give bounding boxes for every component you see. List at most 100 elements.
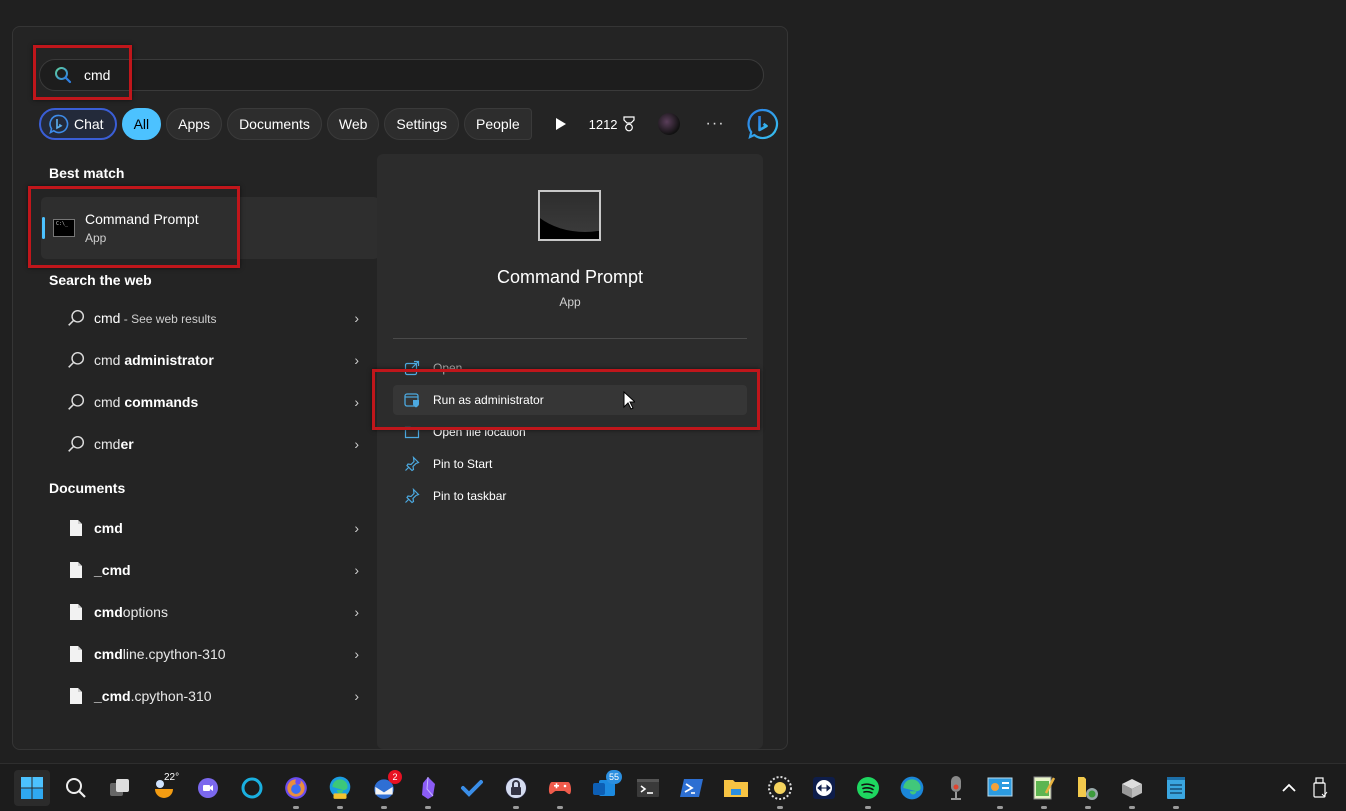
- package-app-button[interactable]: [1114, 770, 1150, 809]
- document-result-item[interactable]: cmdline.cpython-310 ›: [39, 635, 379, 673]
- voice-recorder-button[interactable]: [938, 770, 974, 806]
- teamviewer-icon: [813, 777, 835, 799]
- control-panel-button[interactable]: [982, 770, 1018, 809]
- obsidian-icon: [422, 776, 435, 799]
- chat-button[interactable]: Chat: [39, 108, 117, 140]
- document-result-item[interactable]: cmdoptions ›: [39, 593, 379, 631]
- powershell-button[interactable]: [674, 770, 710, 806]
- filter-tab-people[interactable]: People: [464, 108, 532, 140]
- file-explorer-button[interactable]: [718, 770, 754, 806]
- chevron-right-icon: ›: [354, 310, 359, 326]
- document-name-rest: options: [122, 604, 168, 620]
- filter-tab-apps[interactable]: Apps: [166, 108, 223, 140]
- edge-button[interactable]: [894, 770, 930, 806]
- notepad-button[interactable]: [1158, 770, 1194, 809]
- teams-chat-icon: [198, 778, 218, 798]
- running-indicator: [513, 806, 519, 809]
- web-result-item[interactable]: cmd administrator ›: [39, 341, 379, 379]
- safely-remove-hardware-button[interactable]: [1304, 770, 1336, 806]
- firefox-button[interactable]: [278, 770, 314, 809]
- open-file-location-label: Open file location: [433, 425, 526, 439]
- open-action[interactable]: Open: [393, 353, 747, 383]
- document-result-item[interactable]: _cmd.cpython-310 ›: [39, 677, 379, 715]
- open-external-icon: [404, 360, 420, 376]
- usb-drive-icon: [1313, 777, 1328, 798]
- notepad-plus-plus-icon: [1033, 776, 1056, 800]
- document-name-match: cmd: [94, 520, 123, 536]
- running-indicator: [865, 806, 871, 809]
- microphone-icon: [951, 776, 961, 800]
- terminal-button[interactable]: [630, 770, 666, 806]
- run-as-administrator-action[interactable]: Run as administrator: [393, 385, 747, 415]
- todo-check-icon: [461, 780, 483, 797]
- edge-canary-button[interactable]: [322, 770, 358, 809]
- filter-tab-documents[interactable]: Documents: [227, 108, 322, 140]
- web-query-text: cmd: [94, 436, 121, 452]
- weather-widget[interactable]: 22°: [146, 770, 182, 806]
- web-result-item[interactable]: cmd - See web results ›: [39, 299, 379, 337]
- taskbar-search-button[interactable]: [58, 770, 94, 806]
- best-match-heading: Best match: [49, 165, 125, 181]
- document-result-item[interactable]: cmd ›: [39, 509, 379, 547]
- rewards-points[interactable]: 1212: [589, 116, 636, 132]
- pin-icon: [405, 456, 420, 472]
- keepass-button[interactable]: [498, 770, 534, 809]
- spotify-icon: [857, 777, 879, 799]
- cortana-icon: [241, 777, 263, 799]
- gamepad-icon: [548, 782, 572, 795]
- bing-icon[interactable]: [746, 108, 779, 140]
- brightness-app-button[interactable]: [762, 770, 798, 809]
- filter-tab-web[interactable]: Web: [326, 108, 380, 140]
- spotify-button[interactable]: [850, 770, 886, 809]
- web-result-item[interactable]: cmder ›: [39, 425, 379, 463]
- pin-to-taskbar-action[interactable]: Pin to taskbar: [393, 481, 747, 511]
- filter-tab-settings[interactable]: Settings: [384, 108, 460, 140]
- user-avatar[interactable]: [657, 113, 680, 135]
- search-icon: [68, 309, 85, 326]
- obsidian-button[interactable]: [410, 770, 446, 809]
- chevron-right-icon: ›: [354, 520, 359, 536]
- running-indicator: [997, 806, 1003, 809]
- best-match-command-prompt[interactable]: Command Prompt App: [41, 197, 379, 259]
- outlook-button[interactable]: 55: [586, 770, 622, 806]
- teams-button[interactable]: [190, 770, 226, 806]
- powershell-icon: [680, 779, 703, 797]
- search-filter-bar: Chat All Apps Documents Web Settings Peo…: [39, 108, 779, 140]
- game-app-button[interactable]: [542, 770, 578, 809]
- folder-sync-button[interactable]: [1070, 770, 1106, 809]
- notepad-plus-plus-button[interactable]: [1026, 770, 1062, 809]
- web-result-item[interactable]: cmd commands ›: [39, 383, 379, 421]
- teamviewer-button[interactable]: [806, 770, 842, 806]
- web-query-completion: administrator: [124, 352, 214, 368]
- document-result-item[interactable]: _cmd ›: [39, 551, 379, 589]
- rewards-points-value: 1212: [588, 116, 618, 132]
- more-filters-button[interactable]: [551, 114, 571, 134]
- start-button[interactable]: [14, 770, 50, 806]
- open-file-location-action[interactable]: Open file location: [393, 417, 747, 447]
- lock-icon: [505, 777, 527, 799]
- document-icon: [70, 604, 82, 620]
- filter-tab-all[interactable]: All: [121, 108, 162, 140]
- running-indicator: [1085, 806, 1091, 809]
- web-query-text: cmd: [94, 352, 125, 368]
- task-view-button[interactable]: [102, 770, 138, 806]
- web-query-hint: - See web results: [120, 312, 217, 326]
- more-options-button[interactable]: ···: [706, 115, 725, 133]
- document-name-rest: .cpython-310: [130, 688, 212, 704]
- todo-button[interactable]: [454, 770, 490, 806]
- search-icon: [68, 435, 85, 452]
- web-query-completion: er: [120, 436, 134, 452]
- task-view-icon: [110, 779, 129, 796]
- show-hidden-icons-button[interactable]: [1271, 770, 1307, 806]
- shield-window-icon: [404, 393, 419, 408]
- search-input[interactable]: [84, 67, 684, 83]
- search-icon: [55, 67, 72, 84]
- search-box[interactable]: [39, 59, 764, 91]
- pin-to-start-action[interactable]: Pin to Start: [393, 449, 747, 479]
- mail-button[interactable]: 2: [366, 770, 402, 809]
- bing-chat-icon: [49, 114, 69, 134]
- search-icon: [68, 393, 85, 410]
- cortana-button[interactable]: [234, 770, 270, 806]
- search-icon: [68, 351, 85, 368]
- package-icon: [1122, 779, 1142, 798]
